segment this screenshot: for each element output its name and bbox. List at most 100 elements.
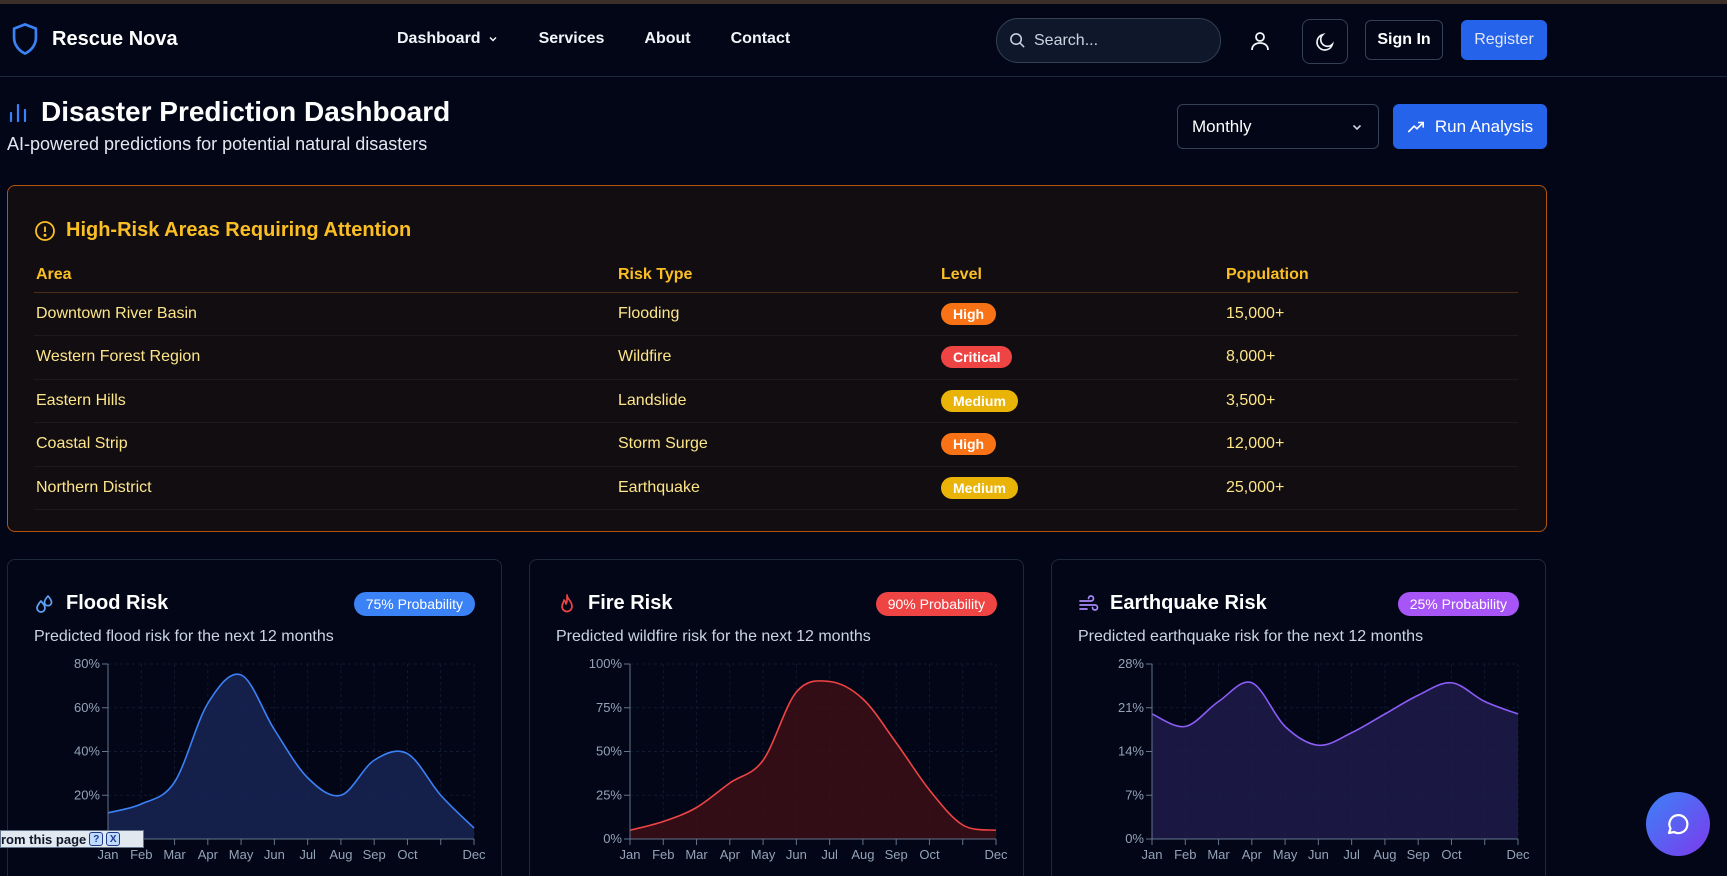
nav-dashboard[interactable]: Dashboard	[397, 30, 499, 48]
x-tick-label: Oct	[919, 847, 940, 862]
x-tick-label: Jun	[1308, 847, 1329, 862]
run-analysis-button[interactable]: Run Analysis	[1393, 104, 1547, 149]
column-header-risk-type: Risk Type	[616, 254, 939, 293]
x-tick-label: Aug	[851, 847, 874, 862]
search-box	[996, 18, 1221, 63]
x-tick-label: May	[229, 847, 254, 862]
x-tick-label: Jan	[98, 847, 119, 862]
level-badge: High	[941, 302, 997, 325]
probability-badge: 75% Probability	[353, 592, 475, 616]
x-tick-label: Mar	[163, 847, 186, 862]
brand[interactable]: Rescue Nova	[10, 22, 178, 56]
cell-population: 25,000+	[1224, 466, 1518, 510]
table-row: Western Forest Region Wildfire Critical …	[34, 335, 1518, 380]
x-tick-label: Jan	[620, 847, 641, 862]
card-title: Earthquake Risk	[1110, 592, 1267, 614]
page-title: Disaster Prediction Dashboard	[41, 96, 451, 127]
x-tick-label: Feb	[130, 847, 152, 862]
card-title: Flood Risk	[66, 592, 169, 614]
search-input[interactable]	[1034, 31, 1204, 50]
cell-population: 3,500+	[1224, 379, 1518, 423]
x-tick-label: Feb	[652, 847, 674, 862]
cell-area: Eastern Hills	[34, 379, 616, 423]
cell-population: 8,000+	[1224, 335, 1518, 380]
column-header-level: Level	[939, 254, 1224, 293]
x-tick-label: Jul	[1343, 847, 1360, 862]
x-tick-label: Apr	[198, 847, 219, 862]
cell-population: 15,000+	[1224, 292, 1518, 336]
column-header-population: Population	[1224, 254, 1518, 293]
card-subtitle: Predicted wildfire risk for the next 12 …	[556, 628, 871, 645]
high-risk-table: Area Risk Type Level Population Downtown…	[34, 254, 1518, 510]
flame-icon	[561, 593, 573, 612]
wind-icon	[1079, 594, 1099, 611]
x-tick-label: Mar	[1207, 847, 1230, 862]
earthquake-risk-chart: 0% 7% 14% 21% 28% Jan Feb Mar Apr May Jun Jul Aug Sep…	[1118, 656, 1530, 862]
cell-area: Northern District	[34, 466, 616, 510]
cell-risk-type: Earthquake	[616, 466, 939, 510]
close-button[interactable]: X	[106, 832, 121, 846]
translate-toolbar-text: rom this page	[1, 831, 87, 847]
high-risk-alert-card: High-Risk Areas Requiring Attention Area…	[7, 185, 1547, 532]
cell-risk-type: Flooding	[616, 292, 939, 336]
x-tick-label: Aug	[1373, 847, 1396, 862]
cell-risk-type: Storm Surge	[616, 422, 939, 467]
trending-up-icon	[1407, 121, 1424, 132]
y-tick-label: 80%	[74, 656, 100, 671]
fire-risk-chart: 0% 25% 50% 75% 100% Jan Feb Mar Apr May Jun Jul Aug S…	[589, 656, 1008, 862]
x-tick-label: Sep	[1407, 847, 1430, 862]
x-tick-label: Jun	[786, 847, 807, 862]
column-header-area: Area	[34, 254, 616, 293]
y-tick-label: 75%	[596, 700, 622, 715]
sign-in-button[interactable]: Sign In	[1365, 20, 1443, 60]
y-tick-label: 60%	[74, 700, 100, 715]
cell-risk-type: Landslide	[616, 379, 939, 423]
y-tick-label: 28%	[1118, 656, 1144, 671]
card-subtitle: Predicted earthquake risk for the next 1…	[1078, 628, 1424, 645]
period-select-value: Monthly	[1192, 116, 1252, 136]
help-button[interactable]: ?	[89, 832, 104, 846]
brand-name: Rescue Nova	[52, 27, 178, 50]
x-tick-label: Sep	[885, 847, 908, 862]
chat-button[interactable]	[1646, 792, 1710, 856]
flood-risk-card: Flood Risk 75% Probability Predicted flo…	[7, 559, 502, 876]
earthquake-risk-card: Earthquake Risk 25% Probability Predicte…	[1051, 559, 1546, 876]
nav-about[interactable]: About	[644, 30, 690, 48]
y-tick-label: 14%	[1118, 744, 1144, 759]
search-icon	[1010, 33, 1025, 48]
fire-risk-card: Fire Risk 90% Probability Predicted wild…	[529, 559, 1024, 876]
alert-circle-icon	[35, 220, 55, 241]
x-tick-label: Apr	[1242, 847, 1263, 862]
x-tick-label: Mar	[685, 847, 708, 862]
shield-icon	[12, 23, 38, 55]
x-tick-label: Aug	[329, 847, 352, 862]
page-subtitle: AI-powered predictions for potential nat…	[7, 134, 428, 154]
y-tick-label: 25%	[596, 787, 622, 802]
user-icon[interactable]	[1248, 29, 1272, 53]
nav-links: Dashboard Services About Contact	[397, 30, 790, 48]
level-badge: High	[941, 433, 997, 456]
nav-contact[interactable]: Contact	[731, 30, 791, 48]
y-tick-label: 21%	[1118, 700, 1144, 715]
period-select[interactable]: Monthly	[1177, 104, 1379, 149]
page-header: Disaster Prediction Dashboard AI-powered…	[7, 96, 450, 155]
x-tick-label: Jul	[821, 847, 838, 862]
x-tick-label: Dec	[462, 847, 486, 862]
navbar: Rescue Nova Dashboard Services About Con…	[0, 4, 1727, 77]
nav-services[interactable]: Services	[539, 30, 605, 48]
series-area	[630, 680, 996, 839]
x-tick-label: Oct	[397, 847, 418, 862]
y-tick-label: 0%	[603, 831, 622, 846]
cell-area: Downtown River Basin	[34, 292, 616, 336]
table-row: Downtown River Basin Flooding High 15,00…	[34, 292, 1518, 336]
x-tick-label: Jan	[1142, 847, 1163, 862]
table-row: Coastal Strip Storm Surge High 12,000+	[34, 422, 1518, 467]
card-subtitle: Predicted flood risk for the next 12 mon…	[34, 628, 334, 645]
cell-population: 12,000+	[1224, 422, 1518, 467]
register-button[interactable]: Register	[1461, 20, 1547, 60]
chevron-down-icon	[1352, 124, 1362, 130]
bar-chart-icon	[9, 103, 27, 123]
level-badge: Critical	[941, 346, 1013, 369]
alert-title: High-Risk Areas Requiring Attention	[34, 219, 411, 242]
theme-toggle-button[interactable]	[1302, 19, 1348, 64]
